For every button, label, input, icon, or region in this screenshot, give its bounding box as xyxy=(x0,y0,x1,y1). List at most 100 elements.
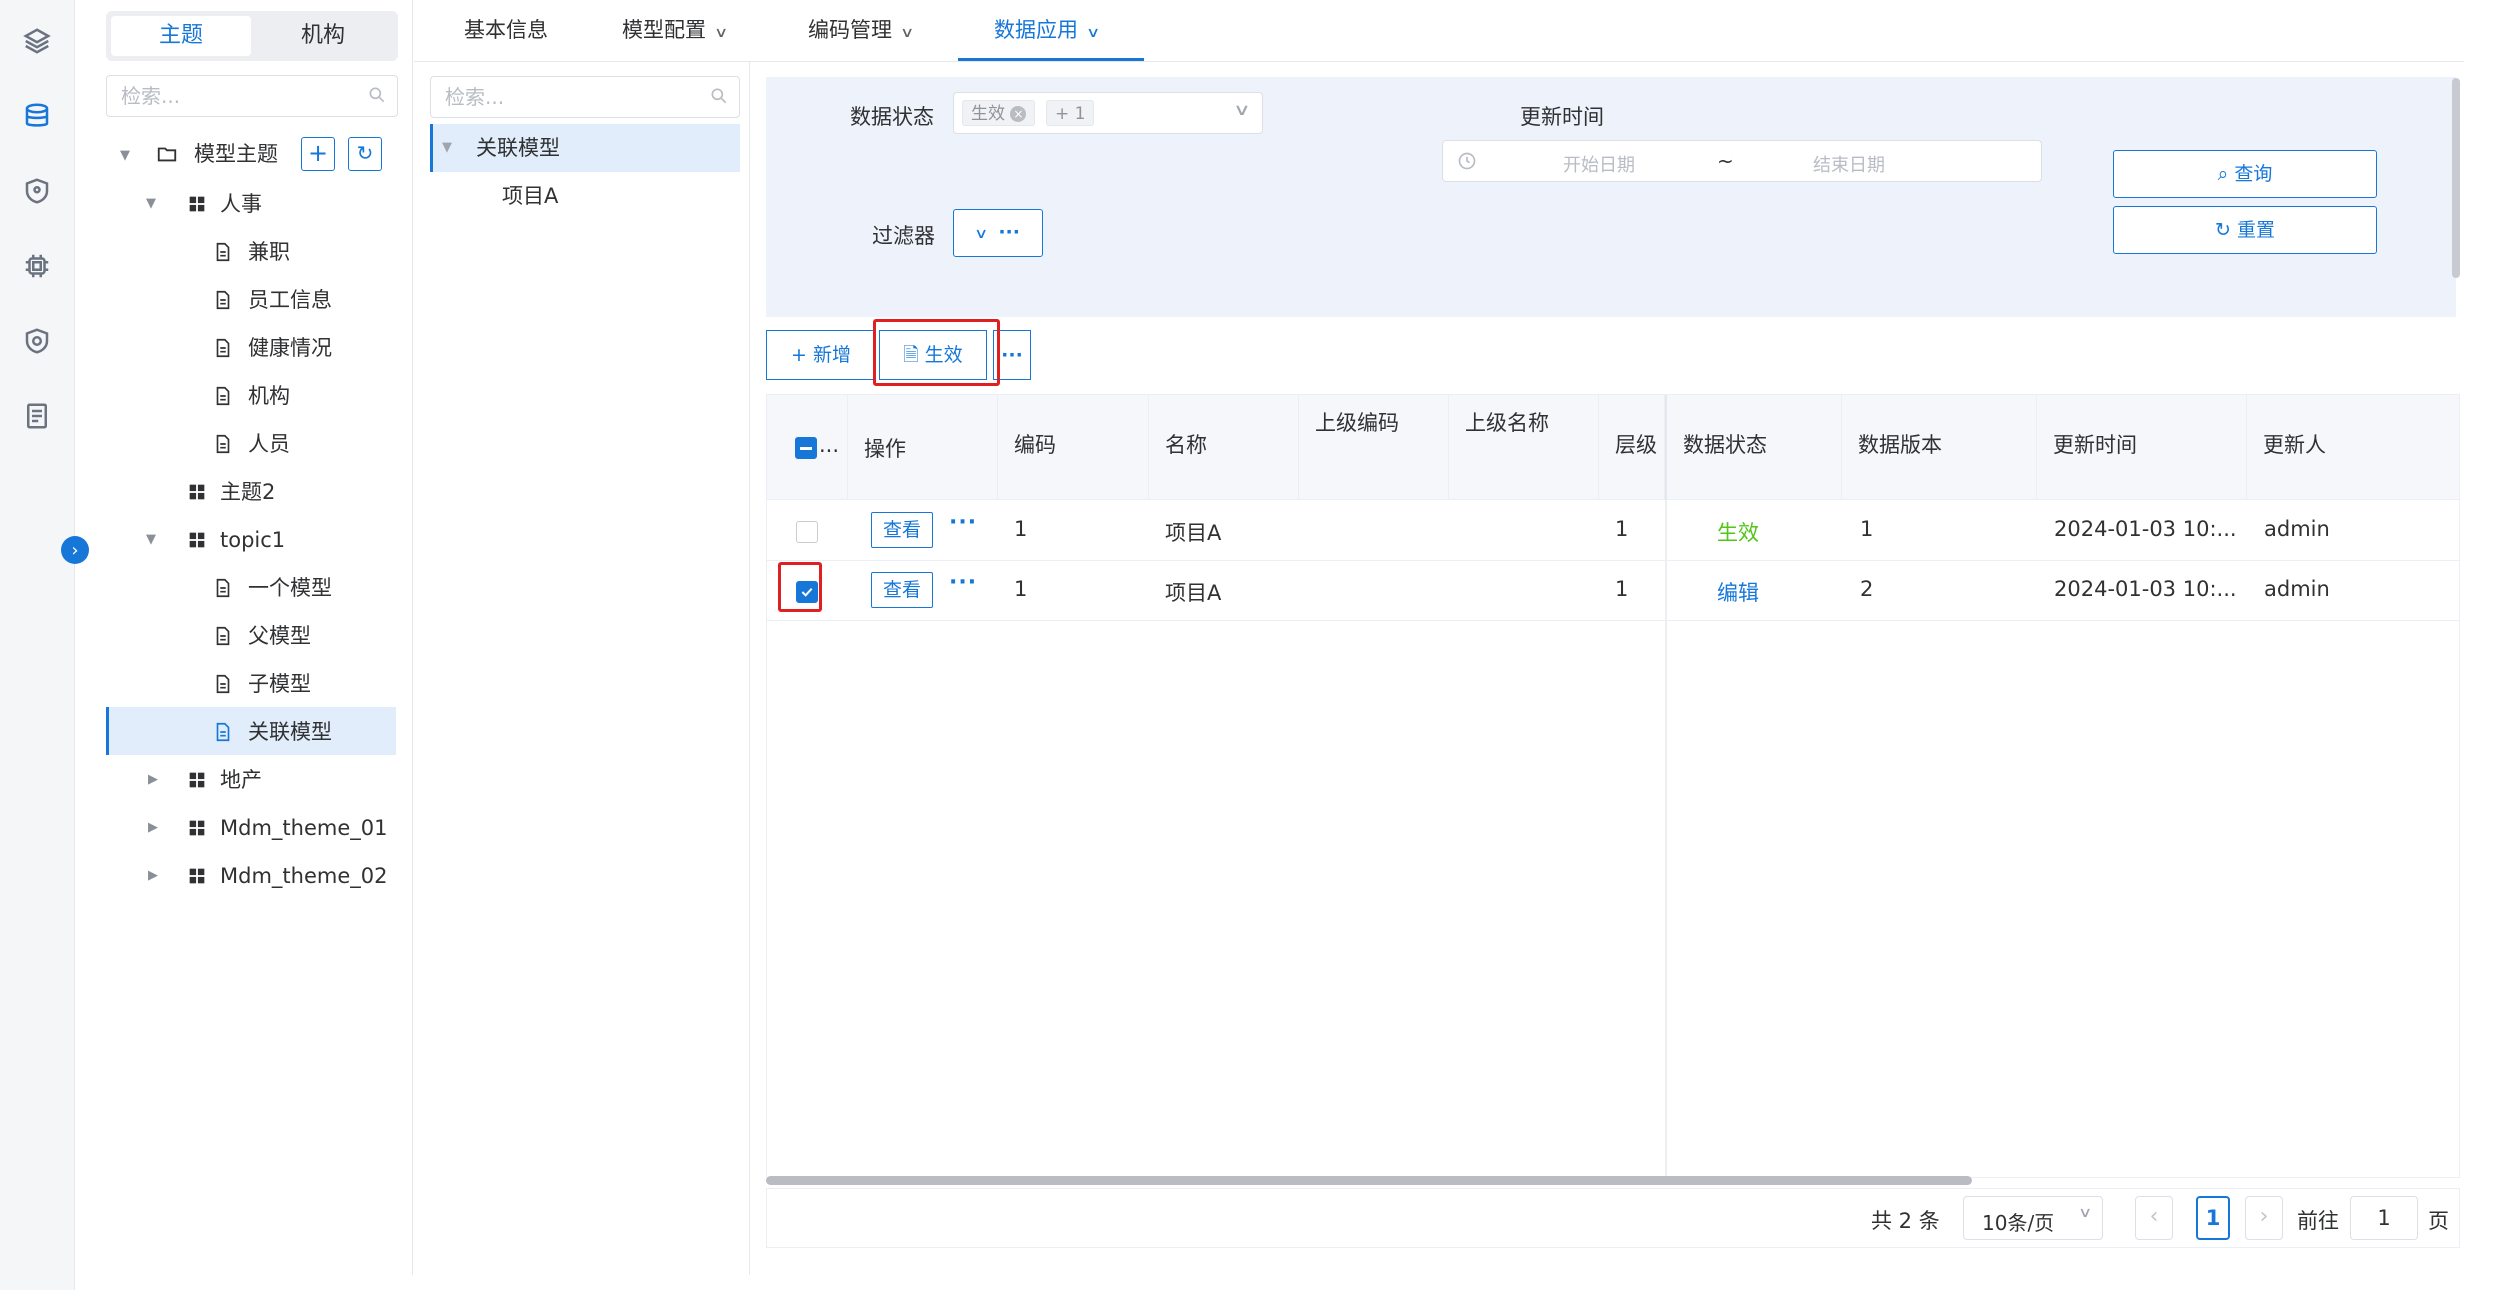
tree-node-dichan[interactable]: 地产 xyxy=(220,760,262,800)
view-button[interactable]: 查看 xyxy=(871,512,933,548)
grid-icon xyxy=(189,196,205,212)
more-dots: ··· xyxy=(1001,344,1023,366)
tree-node-topic1[interactable]: topic1 xyxy=(220,520,285,560)
layers-icon[interactable] xyxy=(22,26,52,56)
tab-label: 基本信息 xyxy=(464,18,548,42)
filter-label: 过滤器 xyxy=(872,224,935,248)
chevron-down-icon: ∨ xyxy=(899,25,915,41)
tree-root[interactable]: 模型主题 xyxy=(194,134,278,174)
status-tag-text: 生效 xyxy=(971,104,1005,124)
more-icon[interactable]: ··· xyxy=(949,510,977,535)
tree-node-mdm1[interactable]: Mdm_theme_01 xyxy=(220,808,387,848)
tree-leaf[interactable]: 父模型 xyxy=(248,616,311,656)
more-dots: ··· xyxy=(998,221,1020,243)
tab-theme[interactable]: 主题 xyxy=(111,16,251,56)
model-item-child[interactable]: 项目A xyxy=(502,176,558,216)
horizontal-scrollbar[interactable] xyxy=(766,1176,1972,1185)
refresh-icon[interactable]: ↻ xyxy=(348,137,382,171)
tab-code-management[interactable]: 编码管理 ∨ xyxy=(808,12,915,48)
cell-version: 1 xyxy=(1860,517,1874,541)
filter-dropdown-button[interactable]: ∨ ··· xyxy=(953,209,1043,257)
header-updated: 更新时间 xyxy=(2053,433,2137,457)
page-size-value: 10条/页 xyxy=(1982,1211,2055,1235)
caret-down-icon[interactable]: ▼ xyxy=(146,196,156,211)
shield-icon[interactable] xyxy=(22,176,52,206)
tab-label: 数据应用 xyxy=(994,18,1078,42)
highlight-box xyxy=(873,319,1000,386)
tree-node-zhuti2[interactable]: 主题2 xyxy=(220,472,275,512)
document-list-icon[interactable] xyxy=(22,401,52,431)
tree-leaf[interactable]: 兼职 xyxy=(248,232,290,272)
status-select[interactable]: 生效 × + 1 ∨ xyxy=(953,92,1263,134)
total-count: 共 2 条 xyxy=(1871,1209,1940,1233)
date-range-picker[interactable]: 开始日期 ~ 结束日期 xyxy=(1442,140,2042,182)
query-button[interactable]: ⌕ 查询 xyxy=(2113,150,2377,198)
highlight-box xyxy=(778,562,822,612)
tab-data-application[interactable]: 数据应用 ∨ xyxy=(994,12,1100,48)
document-icon xyxy=(216,674,230,694)
column-header: 数据状态 xyxy=(1665,395,1842,500)
tree-search-input[interactable]: 检索... xyxy=(106,75,398,117)
cell-level: 1 xyxy=(1615,577,1629,601)
column-header: 上级编码 xyxy=(1299,395,1449,500)
tab-basic-info[interactable]: 基本信息 xyxy=(464,12,548,48)
header-code: 编码 xyxy=(1014,433,1056,457)
caret-right-icon[interactable]: ▶ xyxy=(148,868,158,883)
start-date-placeholder[interactable]: 开始日期 xyxy=(1563,151,1635,177)
model-search-input[interactable]: 检索... xyxy=(430,76,740,118)
prev-page-button[interactable]: ‹ xyxy=(2135,1196,2173,1240)
cell-updater: admin xyxy=(2264,517,2330,541)
grid-icon xyxy=(189,820,205,836)
chevron-down-icon: ∨ xyxy=(2077,1205,2093,1221)
select-all-suffix: ... xyxy=(819,433,840,457)
row-checkbox[interactable] xyxy=(796,521,818,543)
column-header: 更新人 xyxy=(2247,395,2459,500)
tree-node-renshi[interactable]: 人事 xyxy=(220,184,262,224)
tree-leaf[interactable]: 健康情况 xyxy=(248,328,332,368)
page-size-select[interactable]: 10条/页 ∨ xyxy=(1963,1196,2103,1240)
vertical-scrollbar[interactable] xyxy=(2452,78,2460,278)
search-icon xyxy=(711,88,727,104)
tree-leaf[interactable]: 一个模型 xyxy=(248,568,332,608)
fixed-column-divider xyxy=(1665,500,1667,1177)
database-icon[interactable] xyxy=(22,101,52,131)
caret-right-icon[interactable]: ▶ xyxy=(148,772,158,787)
document-icon xyxy=(216,290,230,310)
caret-down-icon[interactable]: ▼ xyxy=(442,140,452,155)
tree-leaf-label-selected[interactable]: 关联模型 xyxy=(248,712,332,752)
tree-leaf[interactable]: 人员 xyxy=(248,424,290,464)
security-icon[interactable] xyxy=(22,326,52,356)
view-button[interactable]: 查看 xyxy=(871,572,933,608)
row-divider xyxy=(767,560,2459,561)
tab-organization[interactable]: 机构 xyxy=(253,16,393,56)
header-name: 名称 xyxy=(1165,433,1207,457)
caret-down-icon[interactable]: ▼ xyxy=(146,532,156,547)
caret-right-icon[interactable]: ▶ xyxy=(148,820,158,835)
tree-node-mdm2[interactable]: Mdm_theme_02 xyxy=(220,856,387,896)
next-page-button[interactable]: › xyxy=(2245,1196,2283,1240)
tree-leaf[interactable]: 机构 xyxy=(248,376,290,416)
end-date-placeholder[interactable]: 结束日期 xyxy=(1813,151,1885,177)
chip-icon[interactable] xyxy=(22,251,52,281)
close-icon[interactable]: × xyxy=(1010,106,1027,122)
reset-button[interactable]: ↻ 重置 xyxy=(2113,206,2377,254)
select-all-header: ... xyxy=(767,395,848,500)
tab-model-config[interactable]: 模型配置 ∨ xyxy=(622,12,728,48)
data-table: ... 操作 编码 名称 上级编码 上级名称 层级 数据状态 数据版本 更新时间… xyxy=(766,394,2460,1178)
page-number-current[interactable]: 1 xyxy=(2196,1196,2230,1240)
tree-leaf[interactable]: 子模型 xyxy=(248,664,311,704)
add-node-button[interactable]: + xyxy=(301,137,335,171)
grid-icon xyxy=(189,532,205,548)
more-icon[interactable]: ··· xyxy=(949,570,977,595)
cell-name: 项目A xyxy=(1165,581,1222,605)
header-parent-code: 上级编码 xyxy=(1315,411,1399,435)
select-all-checkbox[interactable] xyxy=(795,437,817,459)
tree-leaf[interactable]: 员工信息 xyxy=(248,280,332,320)
goto-page-input[interactable]: 1 xyxy=(2350,1196,2418,1240)
plus-icon: + xyxy=(791,344,807,366)
header-level: 层级 xyxy=(1615,433,1657,457)
model-item-parent[interactable]: 关联模型 xyxy=(476,128,560,168)
tab-label: 编码管理 xyxy=(808,18,892,42)
add-button[interactable]: + 新增 xyxy=(766,330,876,380)
caret-down-icon[interactable]: ▼ xyxy=(120,148,130,163)
